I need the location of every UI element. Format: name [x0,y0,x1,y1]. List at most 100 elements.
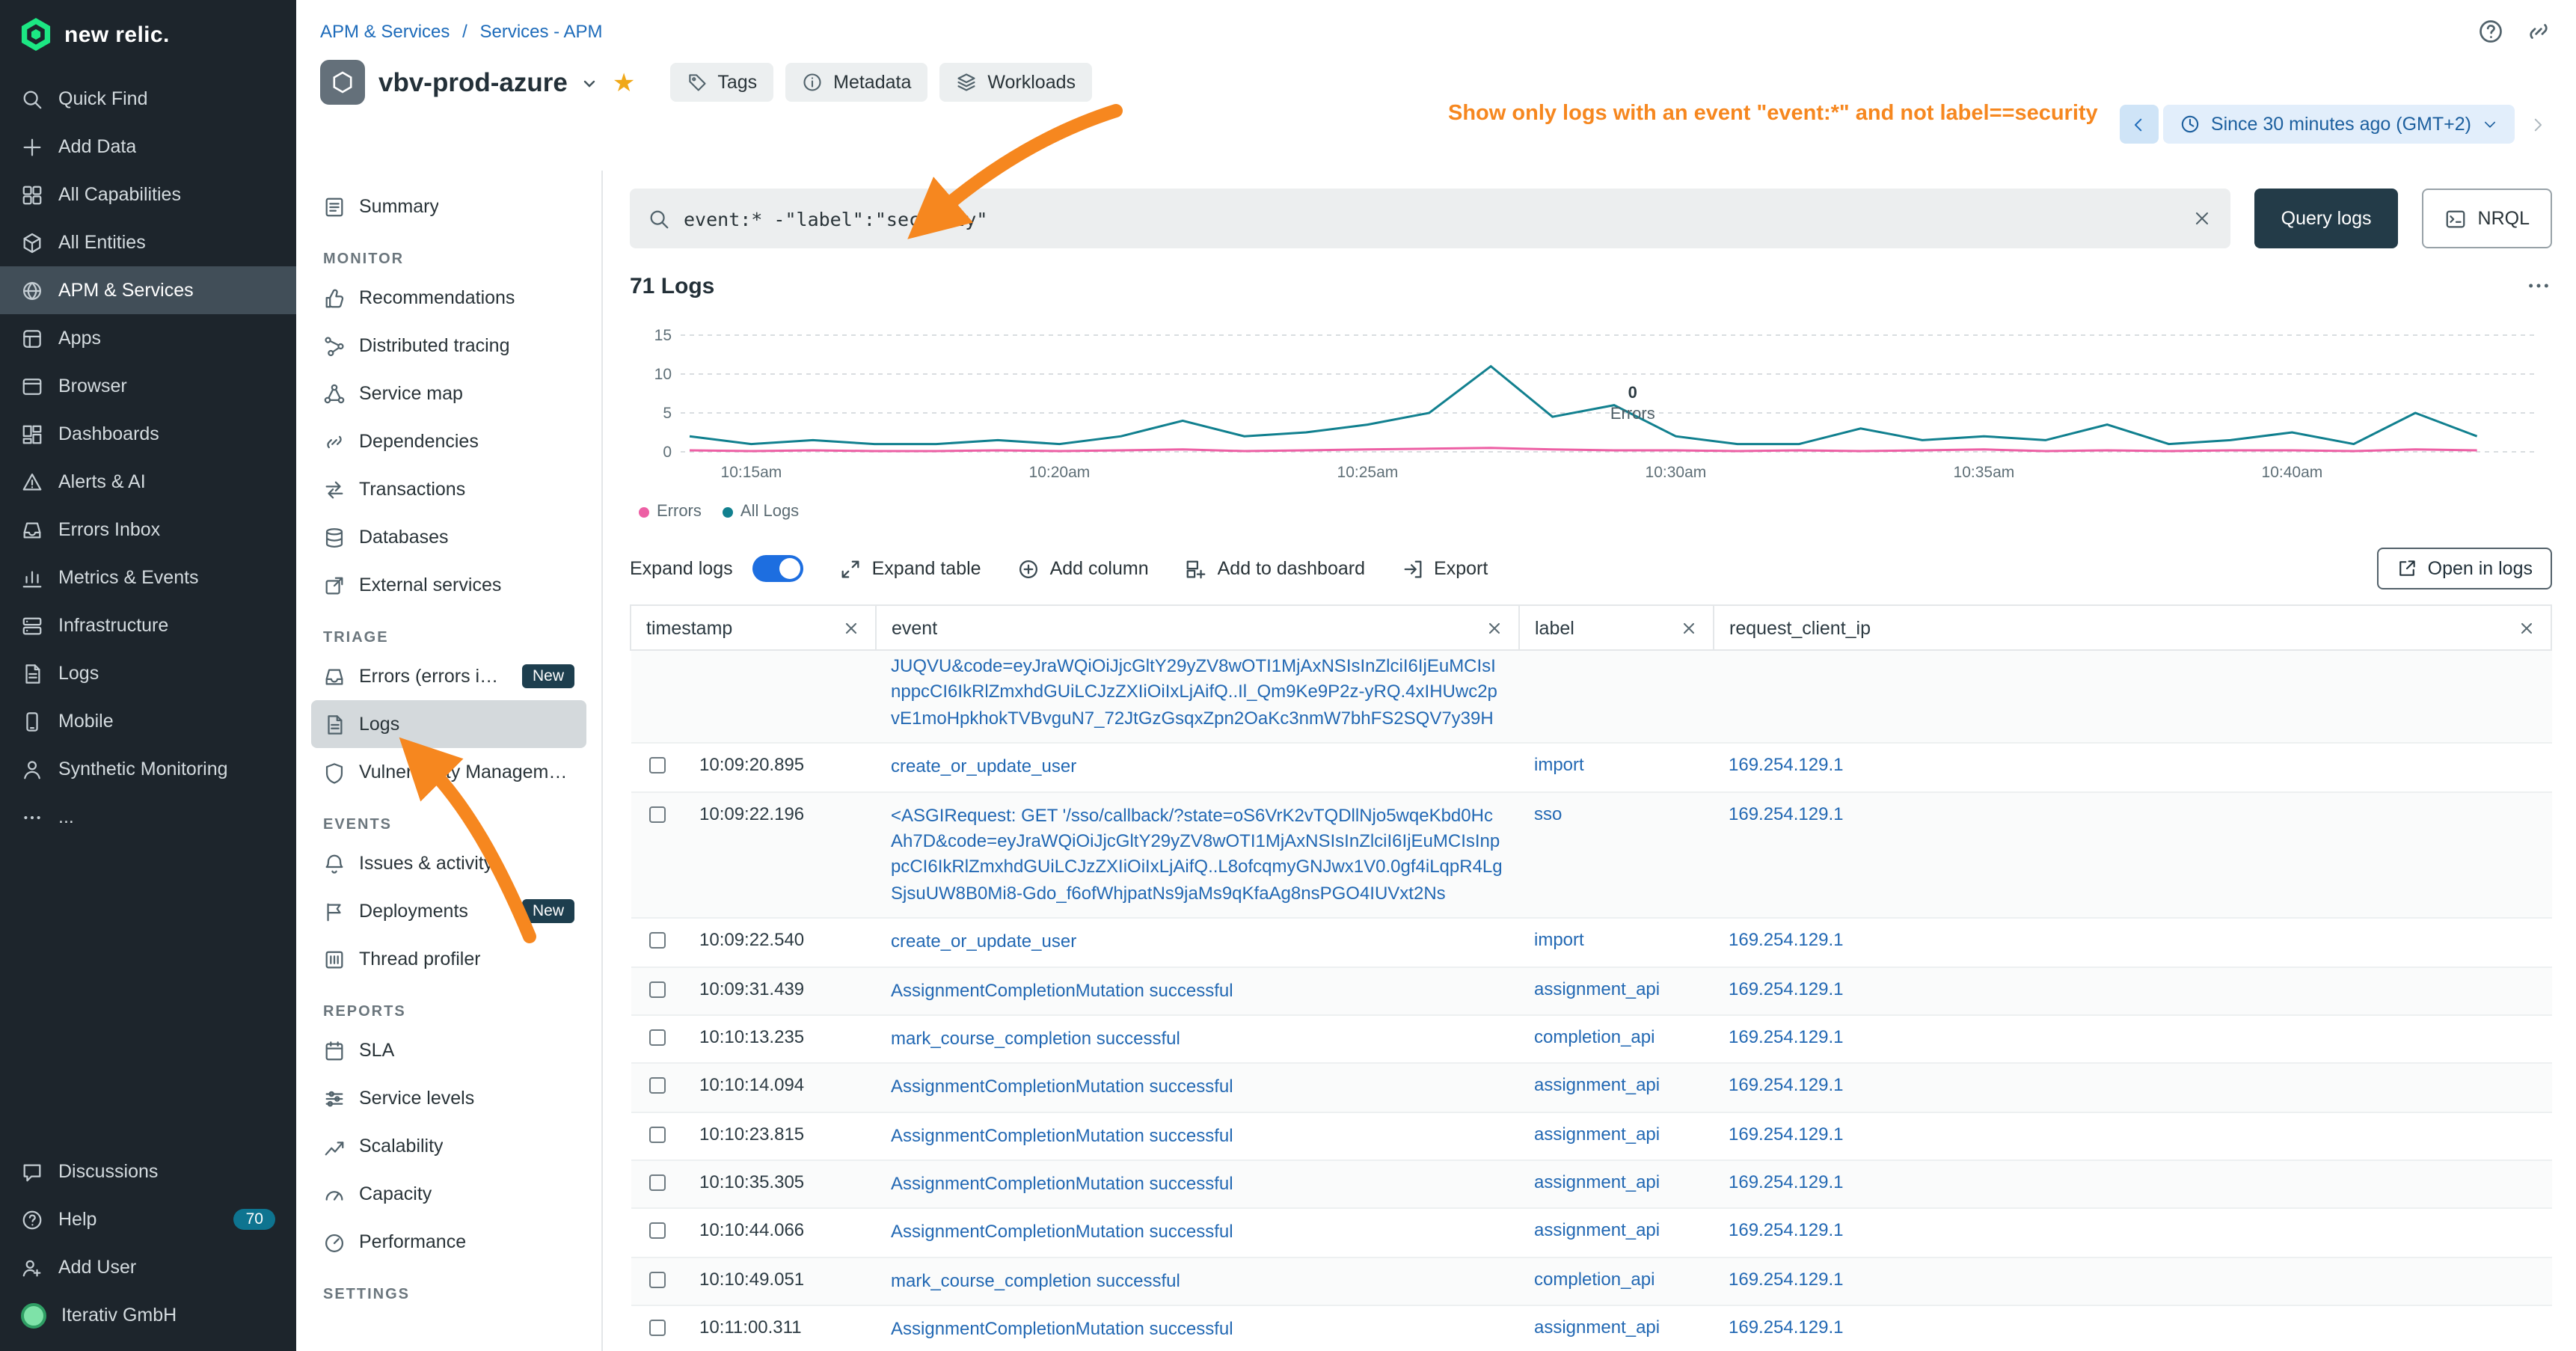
subnav-item-dependencies[interactable]: Dependencies [311,417,586,465]
label-link[interactable]: assignment_api [1534,978,1660,999]
column-header-timestamp[interactable]: timestamp [631,605,876,650]
permalink-icon[interactable] [2525,18,2552,45]
ip-link[interactable]: 169.254.129.1 [1729,929,1844,950]
log-row[interactable]: 10:10:35.305AssignmentCompletionMutation… [631,1160,2551,1209]
sidebar-item-synthetic-monitoring[interactable]: Synthetic Monitoring [0,745,296,793]
ip-link[interactable]: 169.254.129.1 [1729,1317,1844,1338]
label-link[interactable]: assignment_api [1534,1220,1660,1241]
event-link[interactable]: AssignmentCompletionMutation successful [891,1173,1233,1194]
subnav-item-scalability[interactable]: Scalability [311,1122,586,1170]
breadcrumb-services-apm[interactable]: Services - APM [479,21,602,42]
add-to-dashboard-button[interactable]: Add to dashboard [1185,557,1365,580]
ip-link[interactable]: 169.254.129.1 [1729,978,1844,999]
log-row[interactable]: JUQVU&code=eyJraWQiOiJjcGltY29yZV8wOTI1M… [631,650,2551,743]
log-row[interactable]: 10:09:22.540create_or_update_userimport1… [631,918,2551,966]
ip-link[interactable]: 169.254.129.1 [1729,754,1844,775]
sidebar-item-discussions[interactable]: Discussions [0,1148,296,1195]
ip-link[interactable]: 169.254.129.1 [1729,1220,1844,1241]
subnav-item-recommendations[interactable]: Recommendations [311,274,586,322]
expand-logs-toggle[interactable] [752,555,803,582]
time-back-button[interactable] [2120,105,2159,144]
sidebar-item-all-capabilities[interactable]: All Capabilities [0,171,296,218]
subnav-item-service-map[interactable]: Service map [311,370,586,417]
ip-link[interactable]: 169.254.129.1 [1729,1123,1844,1144]
subnav-item-deployments[interactable]: DeploymentsNew [311,887,586,935]
label-link[interactable]: import [1534,754,1584,775]
row-select-handle[interactable] [648,1272,665,1288]
row-select-handle[interactable] [648,1126,665,1142]
open-in-logs-button[interactable]: Open in logs [2377,548,2552,589]
event-link[interactable]: AssignmentCompletionMutation successful [891,1076,1233,1097]
label-link[interactable]: assignment_api [1534,1075,1660,1096]
sidebar-item-mobile[interactable]: Mobile [0,697,296,745]
chip-workloads[interactable]: Workloads [939,63,1092,102]
sidebar-item-apm-services[interactable]: APM & Services [0,266,296,314]
ip-link[interactable]: 169.254.129.1 [1729,803,1844,824]
chip-metadata[interactable]: Metadata [785,63,927,102]
sidebar-item-metrics-events[interactable]: Metrics & Events [0,554,296,601]
nrql-button[interactable]: NRQL [2423,189,2552,248]
column-header-label[interactable]: label [1519,605,1714,650]
row-select-handle[interactable] [648,1223,665,1240]
row-select-handle[interactable] [648,932,665,949]
chip-tags[interactable]: Tags [669,63,773,102]
row-select-handle[interactable] [648,1078,665,1094]
row-select-handle[interactable] [648,757,665,773]
query-bar[interactable] [630,189,2230,248]
sidebar-item-apps[interactable]: Apps [0,314,296,362]
label-link[interactable]: completion_api [1534,1269,1655,1290]
remove-column-icon[interactable] [1485,619,1503,637]
legend-all-logs[interactable]: All Logs [723,503,799,521]
ip-link[interactable]: 169.254.129.1 [1729,1269,1844,1290]
event-link[interactable]: AssignmentCompletionMutation successful [891,979,1233,1000]
remove-column-icon[interactable] [2518,619,2536,637]
help-circle-icon[interactable] [2477,18,2504,45]
subnav-item-vulnerability-management[interactable]: Vulnerability Management [311,748,586,796]
subnav-item-distributed-tracing[interactable]: Distributed tracing [311,322,586,370]
column-header-event[interactable]: event [876,605,1519,650]
subnav-item-capacity[interactable]: Capacity [311,1170,586,1218]
log-row[interactable]: 10:10:23.815AssignmentCompletionMutation… [631,1112,2551,1160]
row-select-handle[interactable] [648,806,665,822]
subnav-item-thread-profiler[interactable]: Thread profiler [311,935,586,983]
log-row[interactable]: 10:09:22.196<ASGIRequest: GET '/sso/call… [631,791,2551,918]
time-range-button[interactable]: Since 30 minutes ago (GMT+2) [2163,105,2515,144]
log-row[interactable]: 10:09:31.439AssignmentCompletionMutation… [631,966,2551,1015]
time-forward-button[interactable] [2519,105,2555,144]
legend-errors[interactable]: Errors [639,503,702,521]
add-column-button[interactable]: Add column [1017,557,1149,580]
subnav-item-logs[interactable]: Logs [311,700,586,748]
label-link[interactable]: assignment_api [1534,1171,1660,1192]
sidebar-item-quick-find[interactable]: Quick Find [0,75,296,123]
subnav-item-service-levels[interactable]: Service levels [311,1074,586,1122]
sidebar-item-add-user[interactable]: Add User [0,1243,296,1291]
row-select-handle[interactable] [648,1174,665,1191]
event-link[interactable]: mark_course_completion successful [891,1028,1180,1049]
log-row[interactable]: 10:09:20.895create_or_update_userimport1… [631,743,2551,791]
subnav-item-errors-errors-inb[interactable]: Errors (errors inb...New [311,652,586,700]
row-select-handle[interactable] [648,1320,665,1337]
event-link[interactable]: AssignmentCompletionMutation successful [891,1222,1233,1243]
label-link[interactable]: assignment_api [1534,1123,1660,1144]
log-row[interactable]: 10:10:49.051mark_course_completion succe… [631,1257,2551,1306]
panel-menu-icon[interactable] [2525,272,2552,299]
row-select-handle[interactable] [648,981,665,997]
sidebar-item-add-data[interactable]: Add Data [0,123,296,171]
remove-column-icon[interactable] [842,619,860,637]
column-header-request-client-ip[interactable]: request_client_ip [1714,605,2551,650]
subnav-item-summary[interactable]: Summary [311,183,586,230]
sidebar-item-errors-inbox[interactable]: Errors Inbox [0,506,296,554]
query-logs-button[interactable]: Query logs [2254,189,2399,248]
export-button[interactable]: Export [1401,557,1488,580]
label-link[interactable]: completion_api [1534,1026,1655,1047]
sidebar-item-browser[interactable]: Browser [0,362,296,410]
newrelic-logo[interactable]: new relic. [0,0,296,69]
logs-query-input[interactable] [684,207,2178,230]
label-link[interactable]: sso [1534,803,1562,824]
subnav-item-performance[interactable]: Performance [311,1218,586,1266]
log-row[interactable]: 10:11:00.311AssignmentCompletionMutation… [631,1306,2551,1351]
entity-title[interactable]: vbv-prod-azure [378,67,568,98]
sidebar-item-iterativ-gmbh[interactable]: Iterativ GmbH [0,1291,296,1339]
subnav-item-transactions[interactable]: Transactions [311,465,586,513]
label-link[interactable]: assignment_api [1534,1317,1660,1338]
